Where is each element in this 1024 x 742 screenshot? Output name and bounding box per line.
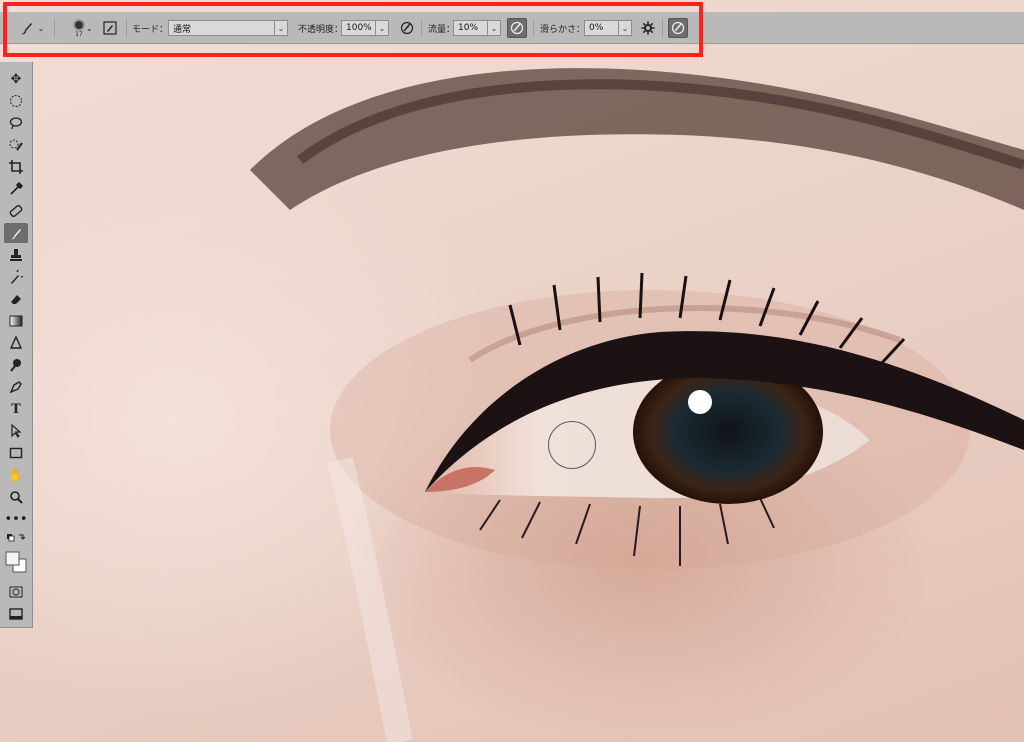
flow-label: 流量：: [428, 24, 456, 35]
separator: [533, 19, 534, 37]
swap-colors-button[interactable]: [4, 532, 28, 544]
chevron-down-icon: ⌄: [37, 23, 45, 33]
separator: [126, 19, 127, 37]
opacity-pressure-toggle[interactable]: [397, 12, 417, 44]
eyedropper-icon: [10, 182, 23, 195]
hand-tool[interactable]: ✋: [4, 465, 28, 485]
smoothing-options-button[interactable]: [638, 12, 658, 44]
eraser-tool[interactable]: [4, 289, 28, 309]
crop-icon: [9, 160, 23, 174]
smoothing-field[interactable]: 0% ⌄: [584, 20, 632, 36]
smoothing-label: 滑らかさ：: [540, 24, 586, 35]
flow-field-wrap: 10% ⌄: [453, 12, 501, 44]
move-tool[interactable]: ✥: [4, 69, 28, 89]
tool-preset-picker[interactable]: ⌄: [16, 12, 46, 44]
separator: [54, 19, 55, 37]
brush-icon: [20, 23, 32, 35]
brush-settings-toggle[interactable]: [100, 12, 120, 44]
separator: [662, 19, 663, 37]
rectangle-icon: [9, 447, 23, 459]
separator: [421, 19, 422, 37]
eyedropper-tool[interactable]: [4, 179, 28, 199]
soft-brush-tip-icon: [73, 18, 85, 31]
color-swatches[interactable]: [4, 548, 28, 576]
mode-value: 通常: [173, 24, 192, 35]
zoom-tool[interactable]: [4, 487, 28, 507]
airbrush-toggle-wrap: [507, 12, 527, 44]
opacity-value: 100%: [346, 23, 372, 33]
path-selection-tool[interactable]: [4, 421, 28, 441]
brush-tool[interactable]: [4, 223, 28, 243]
clone-stamp-tool[interactable]: [4, 245, 28, 265]
hand-icon: ✋: [7, 467, 25, 483]
gradient-tool[interactable]: [4, 311, 28, 331]
rectangle-tool[interactable]: [4, 443, 28, 463]
arrow-pointer-icon: [11, 424, 22, 438]
dodge-tool[interactable]: [4, 355, 28, 375]
chevron-down-icon: ⌄: [487, 21, 500, 35]
tools-panel: ✥ T ✋ •••: [0, 62, 33, 628]
quick-mask-icon: [9, 586, 23, 598]
brush-cursor: [548, 421, 596, 469]
crop-tool[interactable]: [4, 157, 28, 177]
smoothing-field-wrap: 0% ⌄: [584, 12, 632, 44]
smoothing-value: 0%: [589, 23, 604, 33]
healing-brush-tool[interactable]: [4, 201, 28, 221]
move-icon: ✥: [10, 71, 22, 87]
magnifier-icon: [10, 491, 23, 504]
quick-select-icon: [9, 139, 23, 151]
eraser-icon: [11, 295, 21, 304]
airbrush-icon: [510, 21, 524, 35]
pen-tool[interactable]: [4, 377, 28, 397]
chevron-down-icon: ⌄: [618, 21, 631, 35]
brush-panel-icon: [103, 21, 117, 35]
pressure-icon: [400, 21, 414, 35]
bandage-icon: [9, 204, 23, 218]
brush-size-label: 17: [75, 30, 83, 38]
lasso-icon: [9, 117, 23, 130]
stamp-icon: [10, 249, 22, 261]
elliptical-marquee-icon: [10, 95, 22, 107]
flow-value: 10%: [458, 23, 479, 33]
dodge-icon: [10, 359, 21, 372]
mode-select-wrap: 通常 ⌄: [168, 12, 288, 44]
swap-colors-icon: [7, 534, 26, 542]
size-pressure-toggle[interactable]: [668, 18, 688, 38]
lasso-tool[interactable]: [4, 113, 28, 133]
brush-icon: [11, 229, 21, 240]
screen-mode-button[interactable]: [4, 604, 28, 624]
gear-icon: [641, 21, 655, 35]
blur-icon: [9, 336, 23, 349]
history-brush-tool[interactable]: [4, 267, 28, 287]
chevron-down-icon[interactable]: ⌄: [86, 12, 93, 44]
quick-select-tool[interactable]: [4, 135, 28, 155]
mode-select[interactable]: 通常 ⌄: [168, 20, 288, 36]
blur-tool[interactable]: [4, 333, 28, 353]
quick-mask-button[interactable]: [4, 582, 28, 602]
type-tool[interactable]: T: [4, 399, 28, 419]
type-icon: T: [11, 401, 21, 417]
photo-canvas[interactable]: [0, 0, 1024, 742]
opacity-label: 不透明度：: [298, 24, 344, 35]
airbrush-toggle[interactable]: [507, 18, 527, 38]
foreground-background-icon: [5, 551, 27, 573]
more-tools-button[interactable]: •••: [4, 509, 28, 529]
flow-field[interactable]: 10% ⌄: [453, 20, 501, 36]
screen-mode-icon: [9, 608, 23, 620]
opacity-field[interactable]: 100% ⌄: [341, 20, 389, 36]
pressure-size-icon: [671, 21, 685, 35]
size-pressure-toggle-wrap: [668, 12, 688, 44]
opacity-field-wrap: 100% ⌄: [341, 12, 389, 44]
options-bar: ⌄ 17 ⌄ モード： 通常 ⌄ 不透明度： 100% ⌄ 流量： 10% ⌄ …: [0, 12, 1024, 44]
mode-label: モード：: [132, 24, 169, 35]
chevron-down-icon: ⌄: [274, 21, 287, 35]
marquee-tool[interactable]: [4, 91, 28, 111]
pen-icon: [9, 381, 22, 394]
photo-eye-closeup: [250, 68, 1024, 742]
chevron-down-icon: ⌄: [375, 21, 388, 35]
gradient-icon: [9, 315, 23, 327]
ellipsis-icon: •••: [4, 511, 28, 527]
history-brush-icon: [11, 270, 23, 284]
